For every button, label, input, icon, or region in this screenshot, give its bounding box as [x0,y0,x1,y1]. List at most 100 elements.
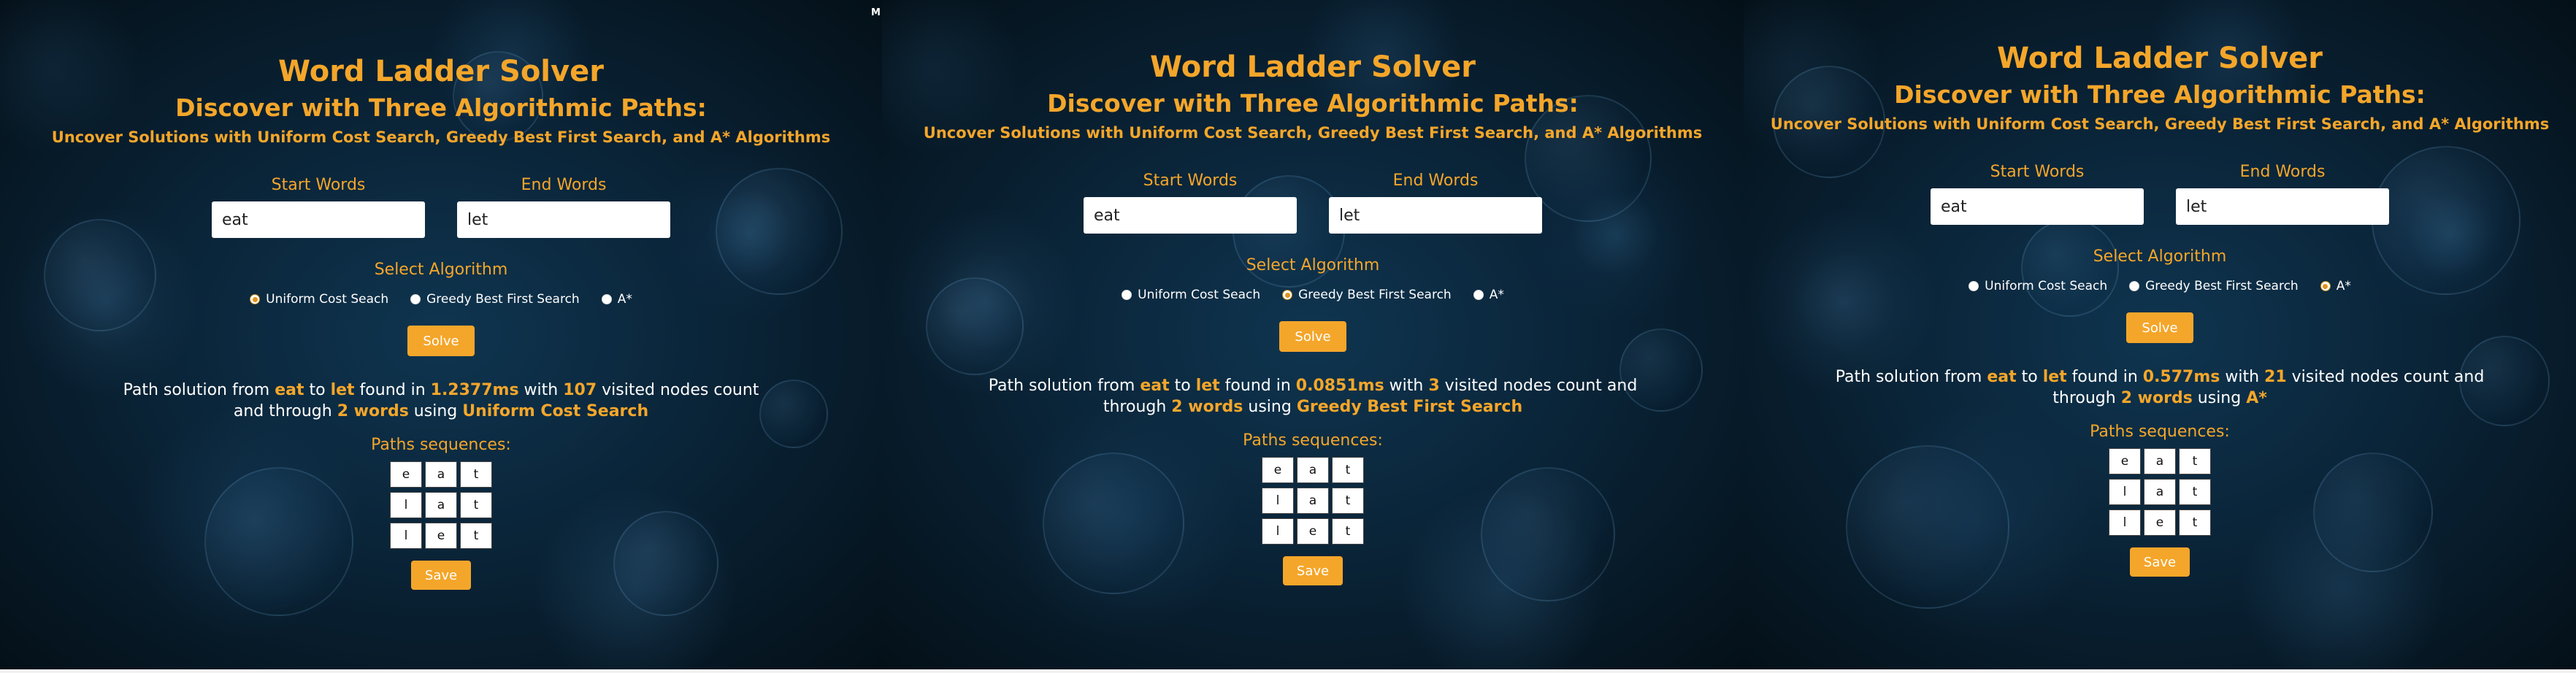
result-text: found in [2066,368,2143,386]
algorithm-label: Select Algorithm [1246,256,1380,274]
radio-label: A* [617,292,632,307]
result-start-word: eat [275,381,304,399]
radio-greedy-best-first[interactable]: Greedy Best First Search [2129,279,2299,293]
radio-label: Uniform Cost Seach [1138,288,1261,302]
result-summary: Path solution from eat to let found in 0… [984,375,1641,418]
letter-cell: l [2109,479,2141,505]
end-word-group: End Words [2176,162,2389,225]
start-word-group: Start Words [1931,162,2144,225]
result-text: using [408,402,463,420]
solver-panel-astar: Word Ladder Solver Discover with Three A… [1744,0,2576,669]
result-word-count: 2 words [1171,398,1243,416]
radio-button[interactable] [1122,290,1132,300]
start-word-input[interactable] [212,201,425,238]
letter-cell: e [1297,518,1329,545]
start-word-input[interactable] [1084,197,1297,234]
algorithm-radio-group: Uniform Cost Seach Greedy Best First Sea… [0,292,882,307]
start-word-input[interactable] [1931,188,2144,225]
panel-content: Word Ladder Solver Discover with Three A… [882,50,1744,585]
end-word-input[interactable] [1329,197,1542,234]
algorithm-radio-group: Uniform Cost Seach Greedy Best First Sea… [882,288,1744,302]
result-text: using [1243,398,1297,416]
radio-label: A* [2336,279,2351,293]
letter-cell: t [460,523,492,549]
result-time: 1.2377ms [430,381,519,399]
subtitle: Discover with Three Algorithmic Paths: [175,93,707,122]
result-text: to [304,381,331,399]
result-text: using [2192,389,2247,407]
letter-cell: t [1332,518,1364,545]
subtitle: Discover with Three Algorithmic Paths: [1047,89,1579,118]
radio-button[interactable] [410,294,421,304]
radio-greedy-best-first[interactable]: Greedy Best First Search [410,292,580,307]
radio-a-star[interactable]: A* [601,292,632,307]
result-algorithm: Greedy Best First Search [1296,398,1523,416]
radio-button[interactable] [250,294,261,304]
result-text: Path solution from [988,377,1141,395]
algorithm-label: Select Algorithm [374,261,508,279]
save-button[interactable]: Save [2130,547,2190,577]
radio-button[interactable] [1969,281,1979,291]
word-inputs: Start Words End Words [882,171,1744,234]
result-text: Path solution from [1835,368,1987,386]
result-algorithm: Uniform Cost Search [462,402,649,420]
save-button[interactable]: Save [411,561,471,590]
result-text: with [1384,377,1429,395]
algorithm-radio-group: Uniform Cost Seach Greedy Best First Sea… [1744,279,2576,293]
result-text: to [2016,368,2043,386]
word-inputs: Start Words End Words [0,175,882,238]
letter-cell: e [2144,509,2176,536]
radio-uniform-cost[interactable]: Uniform Cost Seach [1969,279,2107,293]
path-sequence-grid: e a t l a t l e t [1262,457,1364,545]
end-word-group: End Words [457,175,670,238]
solve-button[interactable]: Solve [2126,312,2193,343]
tagline: Uncover Solutions with Uniform Cost Sear… [923,124,1703,142]
result-time: 0.0851ms [1295,377,1384,395]
end-word-input[interactable] [2176,188,2389,225]
letter-cell: e [1262,457,1294,483]
radio-button[interactable] [1473,290,1484,300]
result-time: 0.577ms [2142,368,2220,386]
letter-cell: t [2179,509,2211,536]
letter-cell: a [1297,457,1329,483]
letter-cell: t [1332,488,1364,514]
word-inputs: Start Words End Words [1744,162,2576,225]
radio-label: A* [1489,288,1504,302]
radio-label: Uniform Cost Seach [266,292,389,307]
radio-button[interactable] [2129,281,2140,291]
radio-button[interactable] [2320,281,2331,291]
letter-cell: t [1332,457,1364,483]
letter-cell: a [2144,448,2176,474]
radio-greedy-best-first[interactable]: Greedy Best First Search [1282,288,1452,302]
result-text: found in [1219,377,1296,395]
radio-uniform-cost[interactable]: Uniform Cost Seach [250,292,388,307]
end-word-input[interactable] [457,201,670,238]
radio-button[interactable] [601,294,612,304]
subtitle: Discover with Three Algorithmic Paths: [1894,80,2426,109]
letter-cell: l [390,523,422,549]
radio-a-star[interactable]: A* [2320,279,2351,293]
result-end-word: let [2042,368,2067,386]
radio-button[interactable] [1282,290,1293,300]
letter-cell: t [2179,448,2211,474]
result-start-word: eat [1987,368,2017,386]
end-word-label: End Words [2239,163,2326,181]
result-summary: Path solution from eat to let found in 1… [112,380,770,422]
solve-button[interactable]: Solve [1279,321,1346,352]
save-button[interactable]: Save [1283,556,1343,585]
result-algorithm: A* [2246,389,2267,407]
result-text: Path solution from [123,381,275,399]
radio-a-star[interactable]: A* [1473,288,1504,302]
solve-button[interactable]: Solve [407,326,475,356]
radio-uniform-cost[interactable]: Uniform Cost Seach [1122,288,1260,302]
letter-cell: a [425,461,457,488]
letter-cell: e [425,523,457,549]
letter-cell: e [390,461,422,488]
letter-cell: a [1297,488,1329,514]
result-text: to [1169,377,1196,395]
result-text: with [2220,368,2265,386]
page-title: Word Ladder Solver [278,55,604,88]
solver-panel-gbfs: Word Ladder Solver Discover with Three A… [882,0,1744,669]
start-word-label: Start Words [271,176,366,194]
result-end-word: let [330,381,355,399]
